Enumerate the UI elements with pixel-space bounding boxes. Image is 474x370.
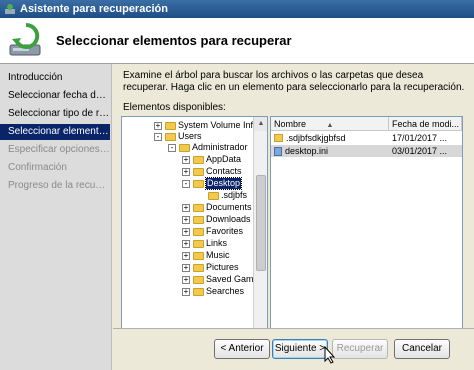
page-title: Seleccionar elementos para recuperar (56, 33, 292, 48)
tree-node[interactable]: + Contacts (182, 166, 242, 177)
sort-ascending-icon: ▲ (326, 122, 334, 129)
back-button[interactable]: < Anterior (214, 339, 270, 359)
expand-icon[interactable]: + (182, 215, 190, 224)
expand-icon[interactable]: + (182, 251, 190, 260)
expand-icon[interactable]: + (182, 167, 190, 176)
expand-icon[interactable]: + (182, 263, 190, 272)
collapse-icon[interactable]: - (182, 179, 190, 188)
folder-icon (274, 134, 283, 142)
file-date: 03/01/2017 ... (392, 146, 448, 156)
folder-icon (193, 263, 204, 272)
tree-node[interactable]: + Downloads (182, 214, 251, 225)
file-list-header: Nombre ▲ Fecha de modi... (271, 117, 462, 131)
nav-step-progress: Progreso de la recuper... (8, 180, 110, 191)
expand-icon[interactable]: + (154, 121, 162, 130)
expand-icon[interactable]: + (182, 287, 190, 296)
folder-icon (165, 121, 176, 130)
column-header-name[interactable]: Nombre ▲ (271, 117, 389, 131)
collapse-icon[interactable]: - (154, 132, 162, 141)
ini-file-icon (274, 146, 282, 156)
tree-node-selected[interactable]: - Desktop (182, 177, 243, 190)
backup-app-icon (4, 3, 16, 15)
folder-icon (193, 215, 204, 224)
scroll-thumb[interactable] (256, 175, 266, 271)
tree-node[interactable]: - Administrador (168, 142, 248, 153)
column-header-date[interactable]: Fecha de modi... (389, 117, 462, 131)
folder-icon (193, 287, 204, 296)
folder-icon (179, 143, 190, 152)
file-date: 17/01/2017 ... (392, 133, 448, 143)
folder-icon (165, 132, 176, 141)
instructions-text: Examine el árbol para buscar los archivo… (123, 70, 465, 93)
expand-icon[interactable]: + (182, 203, 190, 212)
expand-icon[interactable]: + (182, 227, 190, 236)
title-bar[interactable]: Asistente para recuperación (0, 0, 474, 18)
folder-icon (193, 179, 204, 188)
tree-node[interactable]: .sdjbfs (208, 190, 247, 201)
wizard-steps-nav: Introducción Seleccionar fecha de c... S… (0, 64, 112, 370)
folder-icon (193, 203, 204, 212)
available-items-label: Elementos disponibles: (123, 102, 226, 113)
wizard-footer: < Anterior Siguiente > Recuperar Cancela… (113, 328, 474, 370)
folder-icon (193, 155, 204, 164)
tree-node[interactable]: - Users (154, 131, 202, 142)
nav-step-intro[interactable]: Introducción (0, 70, 110, 86)
expand-icon[interactable]: + (182, 155, 190, 164)
folder-icon (193, 167, 204, 176)
nav-step-select-type[interactable]: Seleccionar tipo de rec... (0, 106, 110, 122)
folder-icon (193, 227, 204, 236)
next-button[interactable]: Siguiente > (272, 339, 328, 359)
tree-node[interactable]: + System Volume Infor (154, 120, 261, 131)
nav-step-select-items[interactable]: Seleccionar elementos ... (0, 124, 110, 140)
expand-icon[interactable]: + (182, 275, 190, 284)
cancel-button[interactable]: Cancelar (394, 339, 450, 359)
expand-icon[interactable]: + (182, 239, 190, 248)
nav-step-select-date[interactable]: Seleccionar fecha de c... (0, 88, 110, 104)
tree-node[interactable]: + Documents (182, 202, 252, 213)
file-name: desktop.ini (285, 146, 329, 156)
folder-icon (193, 251, 204, 260)
collapse-icon[interactable]: - (168, 143, 176, 152)
tree-node[interactable]: + AppData (182, 154, 241, 165)
folder-icon (193, 275, 204, 284)
tree-node[interactable]: + Pictures (182, 262, 239, 273)
mouse-pointer-icon (324, 345, 336, 364)
folder-icon (208, 191, 219, 200)
tree-node[interactable]: + Searches (182, 286, 244, 297)
nav-step-options: Especificar opciones de... (8, 144, 110, 155)
nav-step-confirmation: Confirmación (8, 162, 67, 173)
folder-icon (193, 239, 204, 248)
tree-node[interactable]: + Saved Gam (182, 274, 254, 285)
scroll-up-icon[interactable]: ▲ (254, 117, 267, 131)
wizard-content: Examine el árbol para buscar los archivo… (113, 64, 474, 370)
window-title: Asistente para recuperación (20, 3, 168, 15)
tree-vertical-scrollbar[interactable]: ▲ ▼ (253, 117, 267, 359)
tree-node[interactable]: + Music (182, 250, 230, 261)
file-name: .sdjbfsdkjgbfsd (286, 133, 346, 143)
file-row[interactable]: .sdjbfsdkjgbfsd 17/01/2017 ... (271, 132, 462, 144)
recover-button: Recuperar (332, 339, 388, 359)
wizard-header: Seleccionar elementos para recuperar (0, 18, 474, 64)
file-row-selected[interactable]: desktop.ini 03/01/2017 ... (271, 145, 462, 157)
tree-node[interactable]: + Favorites (182, 226, 243, 237)
tree-node[interactable]: + Links (182, 238, 227, 249)
recovery-wizard-icon (6, 21, 46, 61)
